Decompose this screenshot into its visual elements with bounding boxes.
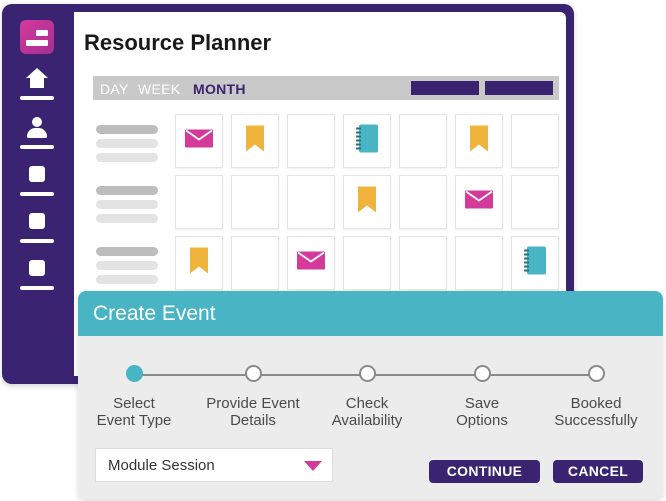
page-title: Resource Planner (84, 30, 272, 55)
event-type-select[interactable]: Module Session (95, 448, 333, 482)
bookmark-icon (470, 125, 488, 157)
calendar-cell[interactable] (232, 237, 278, 289)
row-label-placeholder (94, 115, 164, 167)
sidebar-item-3[interactable] (20, 162, 54, 196)
bookmark-icon (190, 247, 208, 279)
calendar-row (94, 237, 564, 289)
tab-month[interactable]: MONTH (193, 81, 246, 97)
calendar-cell[interactable] (512, 115, 558, 167)
calendar-row (94, 176, 564, 228)
step-indicator[interactable] (126, 365, 143, 382)
sidebar-item-5[interactable] (20, 256, 54, 290)
calendar-row (94, 115, 564, 167)
tab-week[interactable]: WEEK (138, 81, 180, 97)
calendar-cell[interactable] (176, 115, 222, 167)
calendar-cell[interactable] (456, 115, 502, 167)
calendar-cell[interactable] (344, 115, 390, 167)
sidebar-item-user[interactable] (20, 115, 54, 149)
step-indicator[interactable] (474, 365, 491, 382)
sidebar-item-home[interactable] (20, 66, 54, 100)
calendar-cell[interactable] (456, 237, 502, 289)
sidebar-item-4[interactable] (20, 209, 54, 243)
notebook-icon (356, 124, 378, 158)
step-indicator[interactable] (359, 365, 376, 382)
envelope-icon (185, 129, 213, 153)
toolbar-block-2[interactable] (485, 81, 553, 95)
cancel-button[interactable]: CANCEL (553, 460, 643, 483)
dialog-header: Create Event (78, 291, 663, 336)
toolbar-block-1[interactable] (411, 81, 479, 95)
envelope-icon (297, 251, 325, 275)
step-indicator[interactable] (245, 365, 262, 382)
calendar-cell[interactable] (232, 176, 278, 228)
step-label: Save Options (456, 395, 508, 429)
step-label: Provide Event Details (206, 395, 300, 429)
row-label-placeholder (94, 237, 164, 289)
calendar-cell[interactable] (512, 237, 558, 289)
row-label-placeholder (94, 176, 164, 228)
calendar-cell[interactable] (288, 176, 334, 228)
bookmark-icon (246, 125, 264, 157)
sidebar (2, 4, 72, 384)
bookmark-icon (358, 186, 376, 218)
calendar-cell[interactable] (400, 115, 446, 167)
envelope-icon (465, 190, 493, 214)
dialog-title: Create Event (93, 302, 216, 325)
calendar-cell[interactable] (232, 115, 278, 167)
step-label: Check Availability (331, 395, 403, 429)
calendar-cell[interactable] (512, 176, 558, 228)
calendar-cell[interactable] (176, 237, 222, 289)
calendar-cell[interactable] (344, 176, 390, 228)
tab-day[interactable]: DAY (100, 81, 129, 97)
continue-button[interactable]: CONTINUE (429, 460, 540, 483)
step-label: Select Event Type (96, 395, 172, 429)
calendar-cell[interactable] (176, 176, 222, 228)
create-event-dialog: Create Event Select Event Type Provide Ev… (78, 291, 663, 499)
step-label: Booked Successfully (554, 395, 638, 429)
calendar-cell[interactable] (456, 176, 502, 228)
app-logo (20, 20, 54, 54)
calendar-cell[interactable] (400, 176, 446, 228)
step-indicator[interactable] (588, 365, 605, 382)
event-type-value: Module Session (108, 457, 215, 474)
calendar-cell[interactable] (288, 237, 334, 289)
view-tab-bar: DAY WEEK MONTH (93, 76, 559, 100)
calendar-cell[interactable] (344, 237, 390, 289)
caret-down-icon (304, 461, 322, 471)
notebook-icon (524, 246, 546, 280)
calendar-cell[interactable] (288, 115, 334, 167)
calendar-cell[interactable] (400, 237, 446, 289)
